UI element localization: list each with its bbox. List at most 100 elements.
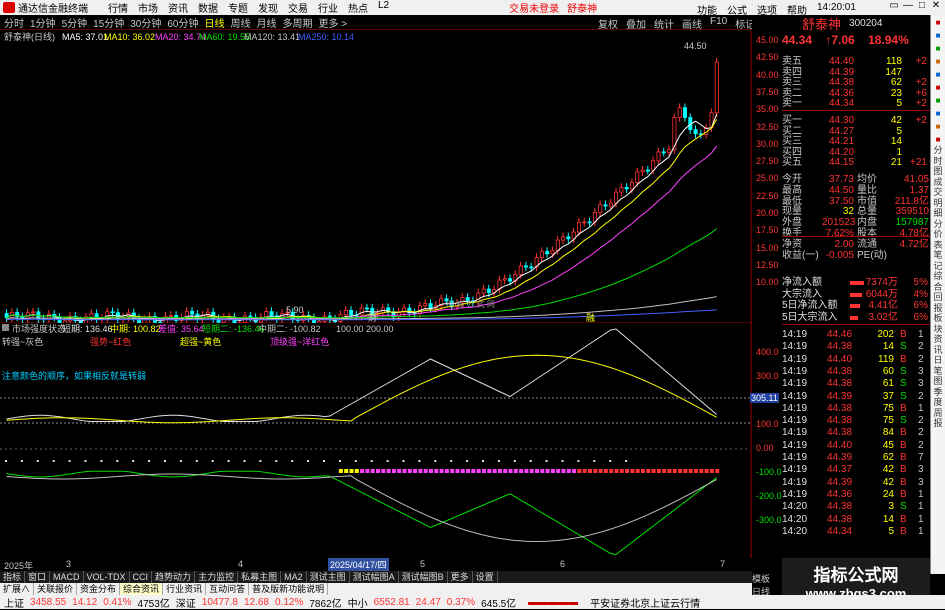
indicator-tab[interactable]: 测试主图 xyxy=(307,571,350,583)
sidebar-char[interactable]: 图 xyxy=(931,376,945,387)
period-timeshare[interactable]: 分时 xyxy=(4,15,24,30)
indicator-tab[interactable]: 测试幅图A xyxy=(350,571,399,583)
indicator-tab[interactable]: VOL-TDX xyxy=(84,571,130,583)
sidebar-char[interactable]: 季 xyxy=(931,387,945,398)
period-more[interactable]: 更多 > xyxy=(319,15,348,30)
period-monthly[interactable]: 月线 xyxy=(257,15,277,30)
menu-topic[interactable]: 专题 xyxy=(228,0,248,15)
sidebar-char[interactable]: 报 xyxy=(931,418,945,429)
sidebar-tool-icon[interactable]: ■ xyxy=(932,31,944,41)
info-tab[interactable]: 资金分布 xyxy=(77,583,121,595)
indicator-tab[interactable]: 指标 xyxy=(0,571,26,583)
period-15min[interactable]: 15分钟 xyxy=(93,15,124,30)
menu-discover[interactable]: 发现 xyxy=(258,0,278,15)
sidebar-char[interactable]: 记 xyxy=(931,261,945,272)
neutral-dot xyxy=(227,460,230,462)
sidebar-char[interactable]: 分 xyxy=(931,145,945,156)
sidebar-tool-icon[interactable]: ■ xyxy=(932,57,944,67)
period-5min[interactable]: 5分钟 xyxy=(62,15,88,30)
trade-login-status[interactable]: 交易未登录 xyxy=(509,0,559,15)
menu-quote[interactable]: 行情 xyxy=(108,0,128,15)
sidebar-char[interactable]: 日 xyxy=(931,355,945,366)
tool-f10[interactable]: F10 xyxy=(710,16,727,31)
sidebar-char[interactable]: 度 xyxy=(931,397,945,408)
menu-news[interactable]: 资讯 xyxy=(168,0,188,15)
info-tab[interactable]: 综合资讯 xyxy=(120,583,164,595)
sidebar-tool-icon[interactable]: ■ xyxy=(932,44,944,54)
candle-body xyxy=(603,204,608,207)
indicator-tab[interactable]: 主力监控 xyxy=(195,571,239,583)
sidebar-char[interactable]: 讯 xyxy=(931,345,945,356)
minimize-icon[interactable]: — xyxy=(901,0,915,11)
period-daily[interactable]: 日线 xyxy=(205,15,225,30)
tool-overlay[interactable]: 叠加 xyxy=(626,16,646,31)
price-axis: 45.00 42.50 40.00 37.50 35.00 32.50 30.00 27.50… xyxy=(750,31,782,558)
sidebar-tool-icon[interactable]: ■ xyxy=(932,96,944,106)
sidebar-char[interactable]: 回 xyxy=(931,292,945,303)
sidebar-tool-icon[interactable]: ■ xyxy=(932,83,944,93)
sidebar-char[interactable]: 报 xyxy=(931,303,945,314)
sidebar-char[interactable]: 笔 xyxy=(931,366,945,377)
sidebar-char[interactable]: 交 xyxy=(931,187,945,198)
login-stock[interactable]: 舒泰神 xyxy=(567,0,597,15)
menu-l2[interactable]: L2 xyxy=(378,0,389,15)
indicator-tab[interactable]: 测试幅图B xyxy=(399,571,448,583)
sidebar-char[interactable]: 表 xyxy=(931,240,945,251)
menu-trade[interactable]: 交易 xyxy=(288,0,308,15)
info-tab[interactable]: 互动问答 xyxy=(206,583,250,595)
info-tab[interactable]: 行业资讯 xyxy=(163,583,207,595)
sidebar-char[interactable]: 时 xyxy=(931,156,945,167)
indicator-tab[interactable]: 设置 xyxy=(473,571,498,583)
period-60min[interactable]: 60分钟 xyxy=(167,15,198,30)
sidebar-char[interactable]: 细 xyxy=(931,208,945,219)
maximize-icon[interactable]: □ xyxy=(915,0,929,11)
indicator-chart[interactable]: 市场强度状态 短期: 136.46 中期: 100.82 差值: 35.64 短… xyxy=(0,323,752,558)
flow-pct: 6% xyxy=(913,300,928,312)
sidebar-tool-icon[interactable]: ■ xyxy=(932,122,944,132)
sidebar-char[interactable]: 明 xyxy=(931,198,945,209)
sidebar-char[interactable]: 笔 xyxy=(931,250,945,261)
period-1min[interactable]: 1分钟 xyxy=(30,15,56,30)
indicator-tab[interactable]: CCI xyxy=(130,571,153,583)
period-30min[interactable]: 30分钟 xyxy=(130,15,161,30)
sidebar-char[interactable]: 价 xyxy=(931,229,945,240)
indicator-tab[interactable]: MA2 xyxy=(281,571,307,583)
tool-fuquan[interactable]: 复权 xyxy=(598,16,618,31)
sidebar-char[interactable]: 资 xyxy=(931,334,945,345)
close-icon[interactable]: ✕ xyxy=(929,0,943,11)
level-label: 买四 xyxy=(782,146,802,158)
indicator-tab[interactable]: 更多 xyxy=(448,571,473,583)
indicator-tab[interactable]: 私募主图 xyxy=(238,571,282,583)
info-tab[interactable]: 普及版新功能说明 xyxy=(249,583,329,595)
ma120-label: MA120: 13.41 xyxy=(244,32,300,42)
sidebar-tool-icon[interactable]: ■ xyxy=(932,70,944,80)
tool-draw[interactable]: 画线 xyxy=(682,16,702,31)
period-weekly[interactable]: 周线 xyxy=(231,15,251,30)
menu-data[interactable]: 数据 xyxy=(198,0,218,15)
indicator-tab[interactable]: MACD xyxy=(50,571,84,583)
sidebar-char[interactable]: 合 xyxy=(931,282,945,293)
sidebar-tool-icon[interactable]: ■ xyxy=(932,135,944,145)
period-multi[interactable]: 多周期 xyxy=(283,15,313,30)
sidebar-tool-icon[interactable]: ■ xyxy=(932,18,944,28)
menu-industry[interactable]: 行业 xyxy=(318,0,338,15)
info-tab[interactable]: 扩展∧ xyxy=(0,583,35,595)
sidebar-char[interactable]: 块 xyxy=(931,324,945,335)
sidebar-tool-icon[interactable]: ■ xyxy=(932,109,944,119)
menu-market[interactable]: 市场 xyxy=(138,0,158,15)
tab-template[interactable]: 模板 xyxy=(752,572,782,585)
indicator-tab[interactable]: 窗口 xyxy=(25,571,51,583)
tool-stats[interactable]: 统计 xyxy=(654,16,674,31)
sidebar-char[interactable]: 周 xyxy=(931,408,945,419)
sidebar-char[interactable]: 图 xyxy=(931,166,945,177)
sidebar-char[interactable]: 成 xyxy=(931,177,945,188)
indicator-tab[interactable]: 趋势动力 xyxy=(152,571,196,583)
ind-v2: 中期: 100.82 xyxy=(110,323,161,334)
menu-hot[interactable]: 热点 xyxy=(348,0,368,15)
sidebar-char[interactable]: 分 xyxy=(931,219,945,230)
sidebar-char[interactable]: 板 xyxy=(931,313,945,324)
info-tab[interactable]: 关联报价 xyxy=(34,583,78,595)
price-chart[interactable]: 舒泰神(日线) MA5: 37.01 MA10: 36.02 MA20: 34.… xyxy=(0,31,752,324)
sidebar-char[interactable]: 综 xyxy=(931,271,945,282)
restore-icon[interactable]: ▭ xyxy=(887,0,901,11)
